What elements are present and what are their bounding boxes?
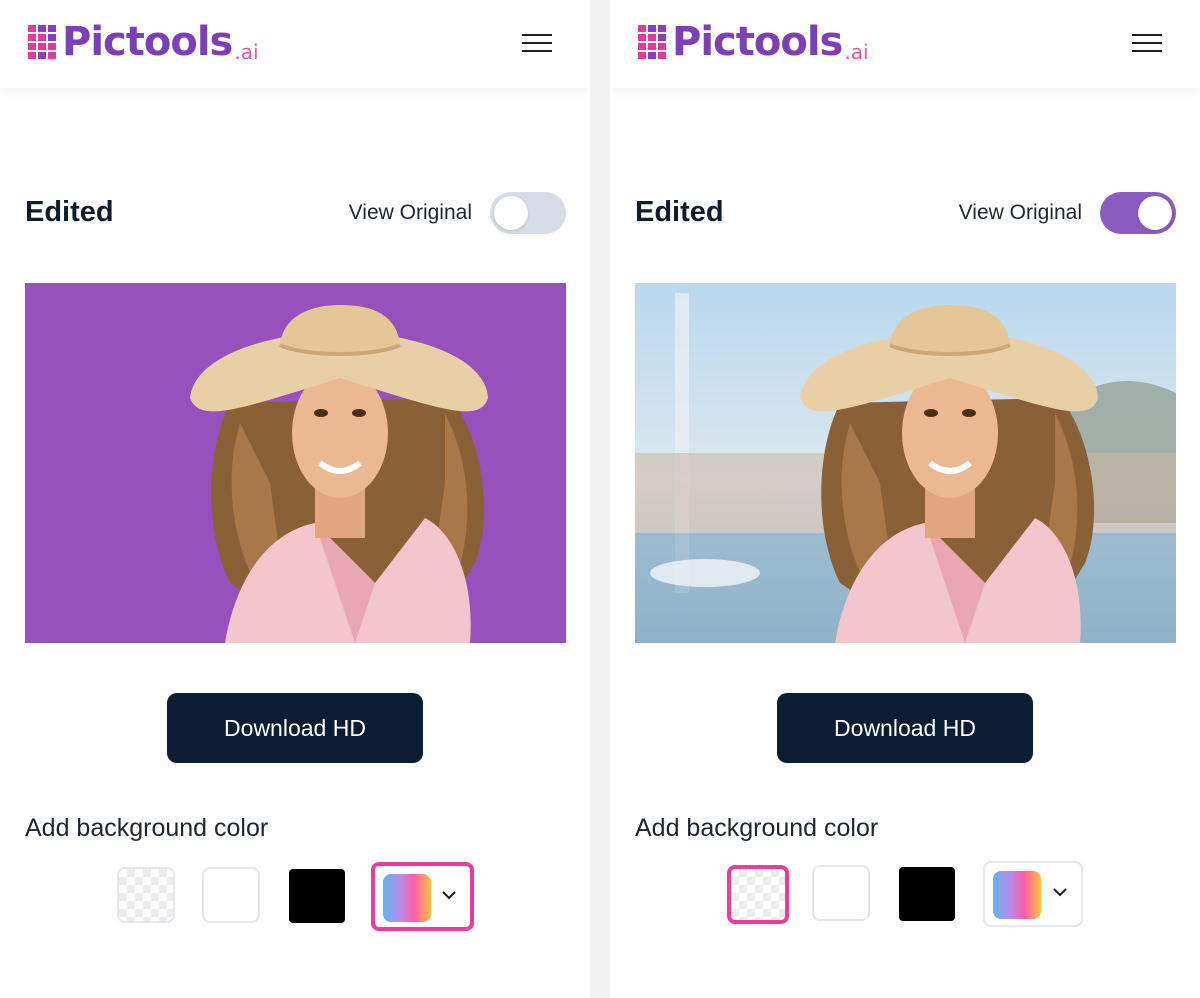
gradient-preview [993,871,1041,919]
left-panel: Pictools .ai Edited View Original Downlo… [0,0,590,998]
toggle-knob [494,196,528,230]
download-hd-button[interactable]: Download HD [167,693,423,763]
swatch-black[interactable] [289,869,345,923]
swatch-white[interactable] [202,867,260,923]
logo-tld: .ai [844,40,869,64]
chevron-down-icon [442,891,456,900]
header: Pictools .ai [610,0,1200,88]
header: Pictools .ai [0,0,590,88]
logo-tld: .ai [234,40,259,64]
toggle-knob [1138,196,1172,230]
download-hd-button[interactable]: Download HD [777,693,1033,763]
page-title: Edited [635,196,724,228]
subject-photo-original-bg [635,283,1176,643]
subject-photo-purple-bg [25,283,566,643]
logo-mark-icon [638,25,666,59]
swatch-gradient-picker[interactable] [371,862,474,931]
view-original-toggle[interactable] [1100,192,1176,234]
edited-image [25,283,566,643]
view-original-toggle[interactable] [490,192,566,234]
add-background-color-label: Add background color [635,814,879,842]
logo-mark-icon [28,25,56,59]
swatch-black[interactable] [899,867,955,921]
hamburger-icon[interactable] [1132,33,1162,53]
gradient-preview [383,874,431,922]
logo-wordmark: Pictools [62,19,233,65]
swatch-transparent[interactable] [727,865,789,924]
swatch-white[interactable] [812,865,870,921]
chevron-down-icon [1053,888,1067,897]
add-background-color-label: Add background color [25,814,269,842]
right-panel: Pictools .ai Edited View Original Downlo… [610,0,1200,998]
swatch-transparent[interactable] [117,867,175,923]
view-original-label: View Original [348,201,472,224]
swatch-gradient-picker[interactable] [983,861,1083,927]
page-title: Edited [25,196,114,228]
original-image [635,283,1176,643]
view-original-label: View Original [958,201,1082,224]
hamburger-icon[interactable] [522,33,552,53]
logo[interactable]: Pictools .ai [638,22,869,62]
logo-wordmark: Pictools [672,19,843,65]
logo[interactable]: Pictools .ai [28,22,259,62]
